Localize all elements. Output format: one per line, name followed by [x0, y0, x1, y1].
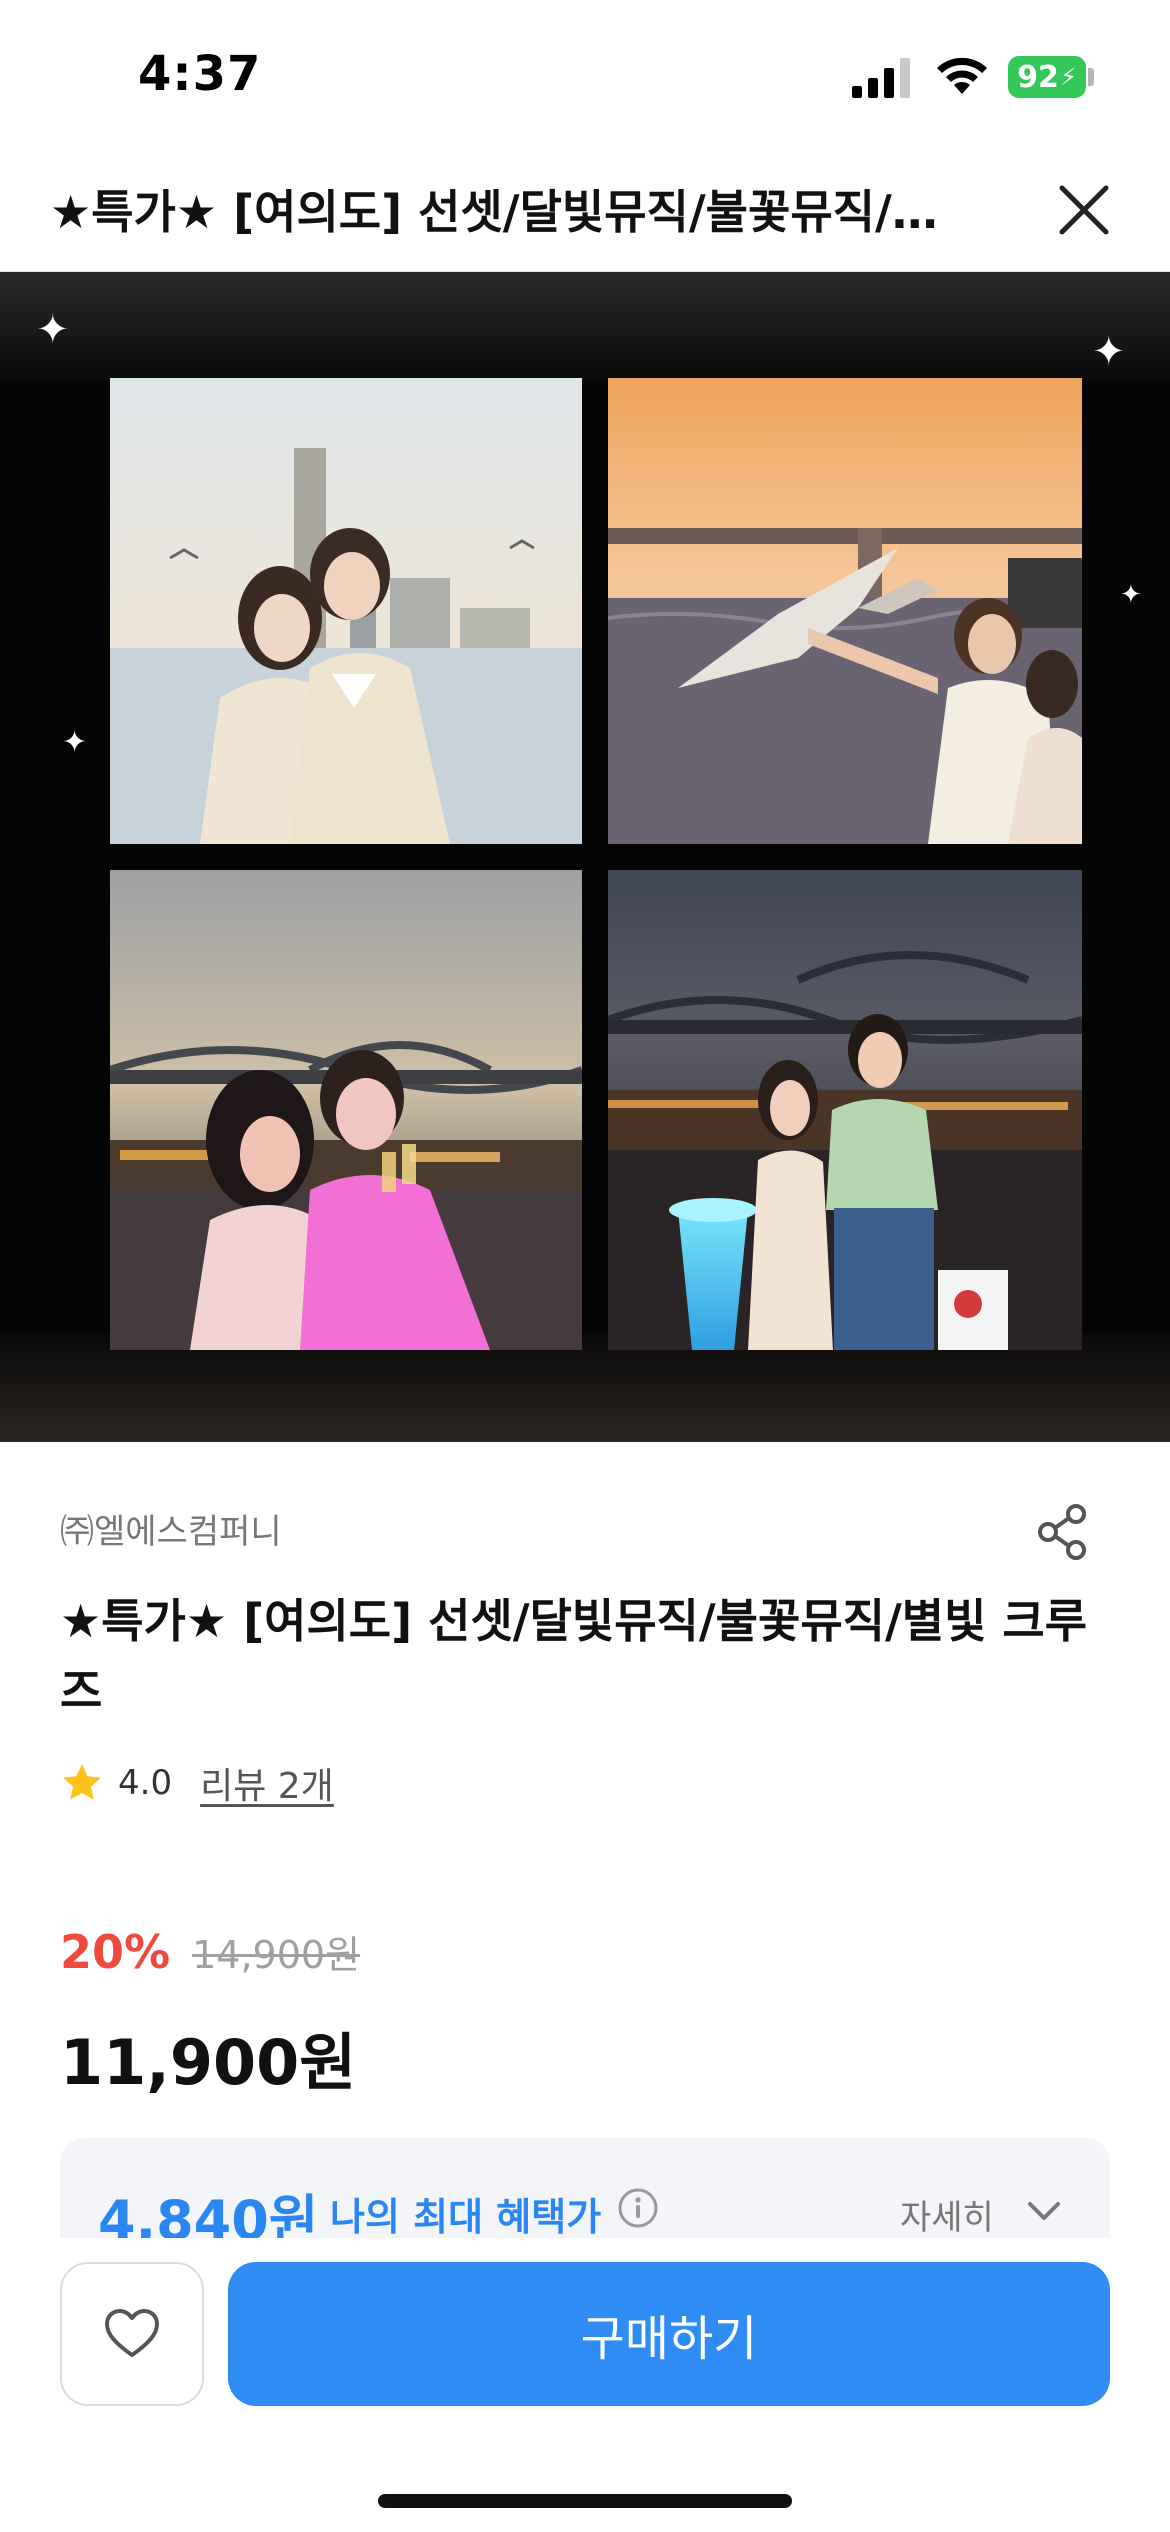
sparkle-icon: ✦ — [62, 725, 88, 760]
hero-image[interactable]: ✦ ✦ ✦ ✦ — [0, 272, 1170, 1442]
discount-rate: 20% — [60, 1925, 171, 1979]
hero-photo-4 — [608, 870, 1082, 1350]
share-icon[interactable] — [1030, 1500, 1094, 1564]
header: ★특가★ [여의도] 선셋/달빛뮤직/불꽃뮤직/별빛 크루즈 — [0, 150, 1170, 272]
star-icon — [63, 1764, 101, 1800]
detail-label[interactable]: 자세히 — [900, 2190, 994, 2239]
price-row: 20% 14,900원 — [60, 1924, 360, 1979]
sale-price: 11,900원 — [60, 2026, 357, 2099]
wishlist-button[interactable] — [60, 2262, 204, 2406]
hero-photo-1 — [110, 378, 582, 844]
product-page: 4:37 92⚡ ★특가★ [여의도] 선셋/달빛뮤직/불꽃뮤직/별빛 크루즈 … — [0, 0, 1170, 2532]
rating-value: 4.0 — [118, 1763, 173, 1803]
sparkle-icon: ✦ — [1092, 329, 1126, 375]
seller-name[interactable]: ㈜엘에스컴퍼니 — [60, 1504, 282, 1553]
battery-level: 92 — [1017, 59, 1059, 95]
heart-icon — [105, 2309, 159, 2357]
hero-photo-2 — [608, 378, 1082, 844]
status-bar: 4:37 92 ⚡ — [0, 0, 1170, 150]
review-link[interactable]: 리뷰 2개 — [200, 1757, 334, 1809]
hero-photo-3 — [110, 870, 582, 1350]
page-title: ★특가★ [여의도] 선셋/달빛뮤직/불꽃뮤직/별빛 크루즈 — [50, 185, 980, 239]
home-indicator[interactable] — [378, 2494, 792, 2508]
benefit-label: 나의 최대 혜택가 — [330, 2195, 602, 2239]
sparkle-icon: ✦ — [1120, 580, 1142, 610]
hero-background-top — [0, 272, 1170, 382]
battery-icon: 92 ⚡ — [1008, 56, 1086, 98]
product-title: ★특가★ [여의도] 선셋/달빛뮤직/불꽃뮤직/별빛 크루즈 — [60, 1594, 1088, 1718]
wifi-icon — [937, 57, 987, 94]
bottom-action-bar: 구매하기 — [0, 2238, 1170, 2532]
info-icon[interactable] — [616, 2186, 660, 2230]
close-icon[interactable] — [1052, 178, 1116, 242]
battery-nub — [1088, 68, 1094, 86]
status-time: 4:37 — [138, 46, 262, 102]
original-price: 14,900원 — [192, 1933, 361, 1977]
chevron-down-icon[interactable] — [1022, 2188, 1066, 2232]
sparkle-icon: ✦ — [36, 307, 70, 353]
rating-row: 4.0 리뷰 2개 — [60, 1758, 334, 1808]
signal-icon — [852, 58, 910, 98]
benefit-box[interactable]: 4,840원 나의 최대 혜택가 자세히 — [60, 2138, 1110, 2252]
buy-button[interactable]: 구매하기 — [228, 2262, 1110, 2406]
